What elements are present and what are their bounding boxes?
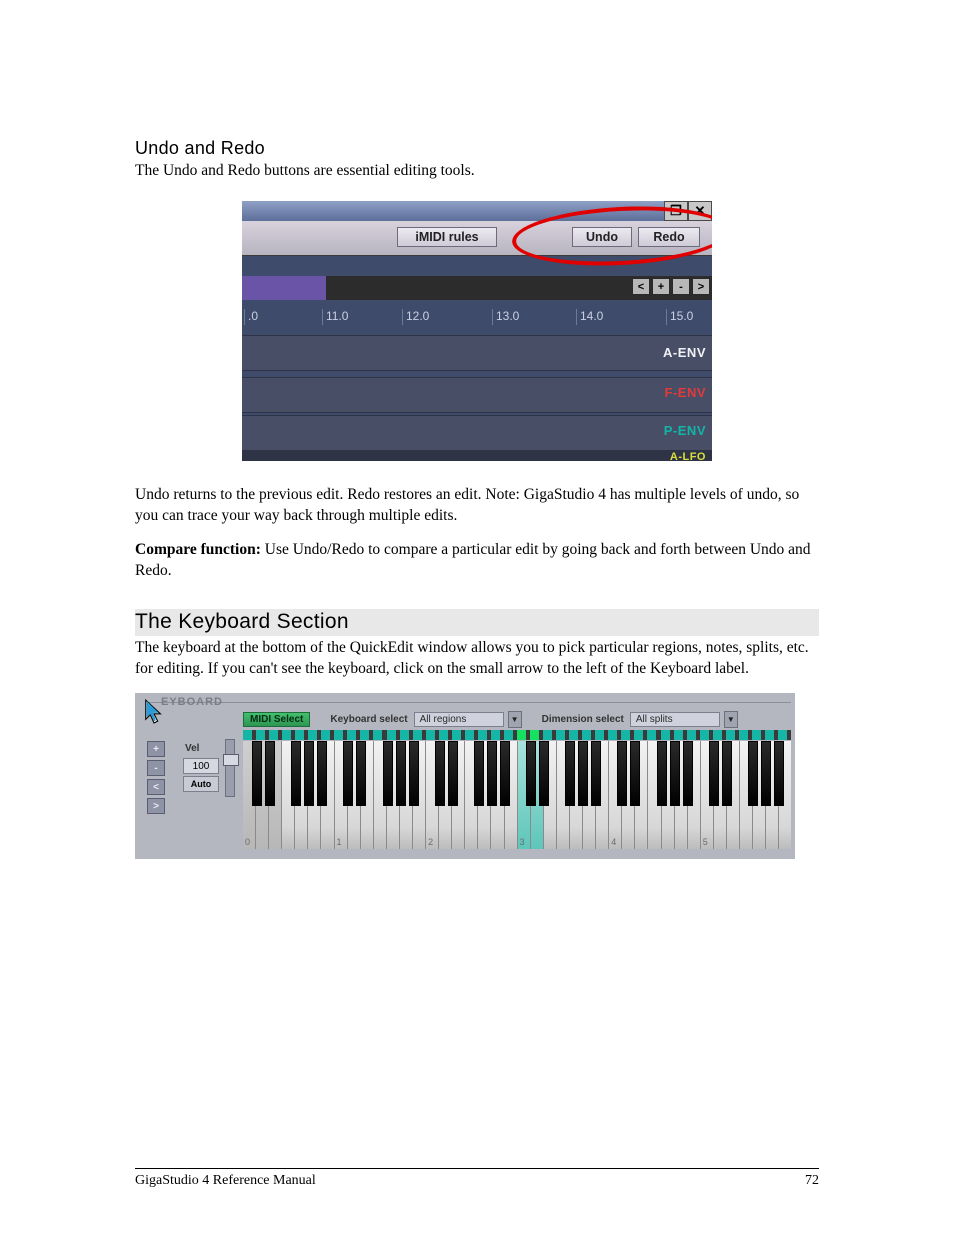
octave-label: 5 bbox=[703, 837, 708, 847]
black-key[interactable] bbox=[526, 741, 536, 806]
keyboard-select-label: Keyboard select bbox=[328, 714, 409, 725]
black-key[interactable] bbox=[617, 741, 627, 806]
region-strip[interactable] bbox=[243, 730, 791, 740]
tick-label: 13.0 bbox=[492, 309, 519, 325]
env-strip-alfo bbox=[242, 451, 712, 461]
black-key[interactable] bbox=[539, 741, 549, 806]
auto-button[interactable]: Auto bbox=[183, 776, 219, 792]
black-key[interactable] bbox=[761, 741, 771, 806]
midi-select-button[interactable]: MIDI Select bbox=[243, 712, 310, 727]
octave-label: 3 bbox=[520, 837, 525, 847]
timeline-cursor[interactable] bbox=[242, 276, 326, 300]
para-undo-desc: Undo returns to the previous edit. Redo … bbox=[135, 485, 819, 526]
keyboard-select-dropdown-icon[interactable]: ▼ bbox=[508, 711, 522, 728]
black-key[interactable] bbox=[474, 741, 484, 806]
black-key[interactable] bbox=[565, 741, 575, 806]
black-key[interactable] bbox=[487, 741, 497, 806]
tick-label: 15.0 bbox=[666, 309, 693, 325]
tick-label: .0 bbox=[244, 309, 258, 325]
footer-title: GigaStudio 4 Reference Manual bbox=[135, 1173, 316, 1189]
nav-minus-button[interactable]: - bbox=[672, 278, 690, 295]
para-undo-intro: The Undo and Redo buttons are essential … bbox=[135, 161, 819, 181]
compare-label: Compare function: bbox=[135, 541, 261, 558]
black-key[interactable] bbox=[630, 741, 640, 806]
nav-plus-button[interactable]: + bbox=[652, 278, 670, 295]
octave-label: 1 bbox=[337, 837, 342, 847]
dimension-select-field[interactable]: All splits bbox=[630, 712, 720, 727]
black-key[interactable] bbox=[448, 741, 458, 806]
black-key[interactable] bbox=[252, 741, 262, 806]
dimension-select-dropdown-icon[interactable]: ▼ bbox=[724, 711, 738, 728]
imidi-rules-button[interactable]: iMIDI rules bbox=[397, 227, 497, 247]
keyboard-panel-label: EYBOARD bbox=[161, 696, 223, 708]
group-rule bbox=[145, 702, 791, 703]
timeline-ruler: < + - > bbox=[242, 276, 712, 300]
black-key[interactable] bbox=[683, 741, 693, 806]
env-strip-p bbox=[242, 415, 712, 451]
black-key[interactable] bbox=[317, 741, 327, 806]
black-key[interactable] bbox=[578, 741, 588, 806]
black-key[interactable] bbox=[500, 741, 510, 806]
heading-undo-redo: Undo and Redo bbox=[135, 138, 819, 159]
black-key[interactable] bbox=[383, 741, 393, 806]
black-key[interactable] bbox=[396, 741, 406, 806]
black-key[interactable] bbox=[265, 741, 275, 806]
figure-undo-redo-screenshot: ❐ ✕ iMIDI rules Undo Redo < + - > .0 11.… bbox=[242, 201, 712, 461]
env-strip-f bbox=[242, 377, 712, 413]
env-label-f[interactable]: F-ENV bbox=[665, 385, 707, 400]
black-key[interactable] bbox=[657, 741, 667, 806]
dimension-select-label: Dimension select bbox=[540, 714, 626, 725]
document-page: Undo and Redo The Undo and Redo buttons … bbox=[0, 0, 954, 1235]
black-key[interactable] bbox=[774, 741, 784, 806]
black-key[interactable] bbox=[670, 741, 680, 806]
footer-page-number: 72 bbox=[805, 1173, 819, 1189]
tick-label: 14.0 bbox=[576, 309, 603, 325]
vel-label: Vel bbox=[185, 743, 199, 754]
plus-button[interactable]: + bbox=[147, 741, 165, 757]
black-key[interactable] bbox=[343, 741, 353, 806]
env-strip-a bbox=[242, 335, 712, 371]
left-button[interactable]: < bbox=[147, 779, 165, 795]
black-key[interactable] bbox=[722, 741, 732, 806]
env-label-a[interactable]: A-ENV bbox=[663, 345, 706, 360]
tick-label: 12.0 bbox=[402, 309, 429, 325]
figure-keyboard-section: EYBOARD MIDI Select Keyboard select All … bbox=[135, 693, 795, 859]
black-key[interactable] bbox=[304, 741, 314, 806]
black-key[interactable] bbox=[748, 741, 758, 806]
octave-label: 0 bbox=[245, 837, 250, 847]
velocity-side-panel: + - < > Vel 100 Auto bbox=[141, 731, 239, 843]
env-label-p[interactable]: P-ENV bbox=[664, 423, 706, 438]
arrow-cursor-icon bbox=[143, 698, 165, 726]
black-key[interactable] bbox=[356, 741, 366, 806]
keyboard-select-field[interactable]: All regions bbox=[414, 712, 504, 727]
black-key[interactable] bbox=[435, 741, 445, 806]
timeline-ticks: .0 11.0 12.0 13.0 14.0 15.0 bbox=[242, 303, 712, 331]
env-label-alfo[interactable]: A-LFO bbox=[670, 451, 706, 461]
para-keyboard-desc: The keyboard at the bottom of the QuickE… bbox=[135, 638, 819, 679]
black-key[interactable] bbox=[709, 741, 719, 806]
octave-label: 4 bbox=[611, 837, 616, 847]
nav-fwd-button[interactable]: > bbox=[692, 278, 710, 295]
nav-back-button[interactable]: < bbox=[632, 278, 650, 295]
piano-keyboard[interactable]: 0 1 2 3 4 5 bbox=[243, 741, 791, 849]
minus-button[interactable]: - bbox=[147, 760, 165, 776]
black-key[interactable] bbox=[291, 741, 301, 806]
right-button[interactable]: > bbox=[147, 798, 165, 814]
vel-slider-thumb[interactable] bbox=[223, 754, 239, 766]
vel-slider[interactable] bbox=[225, 739, 235, 797]
keyboard-toolbar: MIDI Select Keyboard select All regions … bbox=[243, 709, 791, 729]
black-key[interactable] bbox=[409, 741, 419, 806]
octave-label: 2 bbox=[428, 837, 433, 847]
heading-keyboard-section: The Keyboard Section bbox=[135, 609, 819, 636]
para-compare: Compare function: Use Undo/Redo to compa… bbox=[135, 540, 819, 581]
tick-label: 11.0 bbox=[322, 309, 348, 325]
footer-rule bbox=[135, 1168, 819, 1169]
black-key[interactable] bbox=[591, 741, 601, 806]
vel-input[interactable]: 100 bbox=[183, 758, 219, 774]
